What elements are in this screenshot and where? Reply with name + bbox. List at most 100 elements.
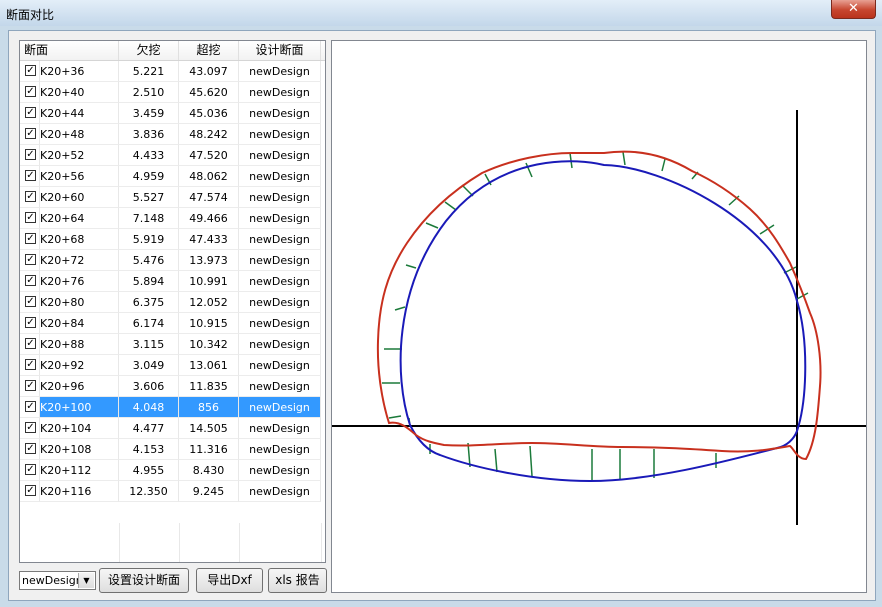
cell-design-section: newDesign (239, 397, 321, 418)
grid-divider (179, 523, 180, 562)
table-row[interactable]: ✓ K20+60 5.527 47.574 newDesign (20, 187, 325, 208)
cell-under-excavation: 4.959 (119, 166, 179, 187)
offset-line (444, 201, 457, 211)
row-checkbox-cell: ✓ (20, 481, 40, 502)
table-row[interactable]: ✓ K20+108 4.153 11.316 newDesign (20, 439, 325, 460)
cell-design-section: newDesign (239, 187, 321, 208)
table-row[interactable]: ✓ K20+48 3.836 48.242 newDesign (20, 124, 325, 145)
offset-line (394, 306, 406, 311)
cell-section: K20+112 (40, 460, 119, 481)
offset-lines (382, 151, 809, 480)
column-header-under[interactable]: 欠挖 (119, 41, 179, 60)
table-row[interactable]: ✓ K20+36 5.221 43.097 newDesign (20, 61, 325, 82)
cell-design-section: newDesign (239, 460, 321, 481)
cell-design-section: newDesign (239, 166, 321, 187)
row-checkbox-cell: ✓ (20, 355, 40, 376)
row-checkbox[interactable]: ✓ (25, 296, 36, 307)
row-checkbox[interactable]: ✓ (25, 86, 36, 97)
column-header-section[interactable]: 断面 (20, 41, 119, 60)
row-checkbox[interactable]: ✓ (25, 359, 36, 370)
section-drawing (332, 110, 866, 525)
cell-design-section: newDesign (239, 439, 321, 460)
cell-under-excavation: 7.148 (119, 208, 179, 229)
cell-under-excavation: 4.477 (119, 418, 179, 439)
row-checkbox[interactable]: ✓ (25, 170, 36, 181)
table-row[interactable]: ✓ K20+68 5.919 47.433 newDesign (20, 229, 325, 250)
row-checkbox-cell: ✓ (20, 229, 40, 250)
row-checkbox[interactable]: ✓ (25, 254, 36, 265)
table-row[interactable]: ✓ K20+104 4.477 14.505 newDesign (20, 418, 325, 439)
cell-section: K20+92 (40, 355, 119, 376)
row-checkbox[interactable]: ✓ (25, 317, 36, 328)
row-checkbox[interactable]: ✓ (25, 275, 36, 286)
row-checkbox[interactable]: ✓ (25, 401, 36, 412)
section-list[interactable]: 断面 欠挖 超挖 设计断面 ✓ K20+36 5.221 43.097 newDesig… (19, 40, 326, 563)
row-checkbox-cell: ✓ (20, 439, 40, 460)
cell-over-excavation: 43.097 (179, 61, 239, 82)
cell-under-excavation: 5.919 (119, 229, 179, 250)
actual-profile-curve (376, 150, 822, 461)
row-checkbox[interactable]: ✓ (25, 338, 36, 349)
row-checkbox[interactable]: ✓ (25, 443, 36, 454)
cell-section: K20+44 (40, 103, 119, 124)
set-design-section-button[interactable]: 设置设计断面 (99, 568, 189, 593)
row-checkbox[interactable]: ✓ (25, 464, 36, 475)
offset-line (405, 264, 417, 269)
export-dxf-button[interactable]: 导出Dxf (196, 568, 263, 593)
chevron-down-icon[interactable]: ▼ (78, 573, 94, 588)
design-select-value: newDesign (22, 574, 83, 587)
cell-section: K20+96 (40, 376, 119, 397)
section-drawing-canvas[interactable] (331, 40, 867, 593)
row-checkbox[interactable]: ✓ (25, 422, 36, 433)
table-row[interactable]: ✓ K20+84 6.174 10.915 newDesign (20, 313, 325, 334)
row-checkbox[interactable]: ✓ (25, 233, 36, 244)
column-header-over[interactable]: 超挖 (179, 41, 239, 60)
cell-design-section: newDesign (239, 271, 321, 292)
close-button[interactable]: ✕ (831, 0, 876, 19)
row-checkbox[interactable]: ✓ (25, 65, 36, 76)
table-row[interactable]: ✓ K20+96 3.606 11.835 newDesign (20, 376, 325, 397)
table-row[interactable]: ✓ K20+112 4.955 8.430 newDesign (20, 460, 325, 481)
title-bar: 断面对比 ✕ (0, 0, 882, 26)
table-row[interactable]: ✓ K20+100 4.048 856 newDesign (20, 397, 325, 418)
row-checkbox-cell: ✓ (20, 313, 40, 334)
xls-report-button[interactable]: xls 报告 (268, 568, 327, 593)
cell-over-excavation: 49.466 (179, 208, 239, 229)
table-row[interactable]: ✓ K20+116 12.350 9.245 newDesign (20, 481, 325, 502)
row-checkbox[interactable]: ✓ (25, 380, 36, 391)
column-header-design[interactable]: 设计断面 (239, 41, 321, 60)
cell-under-excavation: 6.375 (119, 292, 179, 313)
table-row[interactable]: ✓ K20+56 4.959 48.062 newDesign (20, 166, 325, 187)
table-row[interactable]: ✓ K20+76 5.894 10.991 newDesign (20, 271, 325, 292)
design-select[interactable]: newDesign ▼ (19, 571, 96, 590)
row-checkbox[interactable]: ✓ (25, 191, 36, 202)
cell-section: K20+52 (40, 145, 119, 166)
row-checkbox[interactable]: ✓ (25, 107, 36, 118)
cell-section: K20+40 (40, 82, 119, 103)
table-row[interactable]: ✓ K20+92 3.049 13.061 newDesign (20, 355, 325, 376)
cell-section: K20+108 (40, 439, 119, 460)
cell-section: K20+68 (40, 229, 119, 250)
cell-under-excavation: 3.049 (119, 355, 179, 376)
table-row[interactable]: ✓ K20+44 3.459 45.036 newDesign (20, 103, 325, 124)
cell-under-excavation: 6.174 (119, 313, 179, 334)
cell-section: K20+72 (40, 250, 119, 271)
cell-design-section: newDesign (239, 103, 321, 124)
cell-over-excavation: 8.430 (179, 460, 239, 481)
cell-over-excavation: 12.052 (179, 292, 239, 313)
table-row[interactable]: ✓ K20+88 3.115 10.342 newDesign (20, 334, 325, 355)
row-checkbox[interactable]: ✓ (25, 128, 36, 139)
grid-divider (119, 523, 120, 562)
table-row[interactable]: ✓ K20+72 5.476 13.973 newDesign (20, 250, 325, 271)
cell-over-excavation: 47.433 (179, 229, 239, 250)
cell-under-excavation: 3.836 (119, 124, 179, 145)
table-row[interactable]: ✓ K20+40 2.510 45.620 newDesign (20, 82, 325, 103)
table-row[interactable]: ✓ K20+52 4.433 47.520 newDesign (20, 145, 325, 166)
row-checkbox[interactable]: ✓ (25, 212, 36, 223)
cell-section: K20+116 (40, 481, 119, 502)
row-checkbox[interactable]: ✓ (25, 485, 36, 496)
row-checkbox[interactable]: ✓ (25, 149, 36, 160)
table-row[interactable]: ✓ K20+80 6.375 12.052 newDesign (20, 292, 325, 313)
cell-under-excavation: 4.048 (119, 397, 179, 418)
table-row[interactable]: ✓ K20+64 7.148 49.466 newDesign (20, 208, 325, 229)
